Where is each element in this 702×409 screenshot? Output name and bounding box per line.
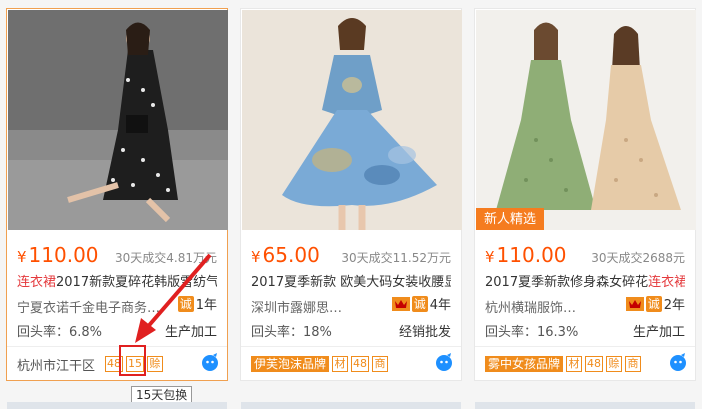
crown-icon [391,296,410,311]
price: ¥65.00 [251,243,320,267]
next-row-card-peek [7,402,227,409]
currency-symbol: ¥ [251,248,261,266]
next-row-card-peek [475,402,695,409]
wangwang-chat-icon[interactable] [669,353,687,371]
badge-credit-icon[interactable]: 赊 [606,356,623,372]
next-row-card-peek [241,402,461,409]
divider [241,346,461,347]
business-mode: 生产加工 [164,325,217,340]
divider [475,346,695,347]
badge-merchant-icon[interactable]: 商 [625,356,642,372]
product-image[interactable] [242,10,462,230]
wangwang-chat-icon[interactable] [201,353,219,371]
title-keyword: 连衣裙 [17,275,57,290]
cheng-badge[interactable]: 诚 [177,295,194,312]
price-value: 65.00 [262,243,320,267]
shop-years: 诚 2年 [625,294,685,313]
highlight-box [119,345,146,376]
product-title[interactable]: 2017夏季新款修身森女碎花连衣裙 [485,271,685,290]
shop-years: 诚 4年 [391,294,451,313]
location: 杭州市江干区 [17,358,96,374]
product-card-1[interactable]: ¥110.00 30天成交4.81万元 连衣裙2017新款夏碎花韩版雪纺气… 宁… [6,8,228,381]
product-image[interactable] [8,10,228,230]
shop-name[interactable]: 杭州横瑞服饰… [485,297,576,316]
business-mode: 经销批发 [398,325,451,340]
product-card-3[interactable]: 新人精选 ¥110.00 30天成交2688元 2017夏季新款修身森女碎花连衣… [474,8,696,381]
product-title[interactable]: 连衣裙2017新款夏碎花韩版雪纺气… [17,271,217,290]
product-card-2[interactable]: ¥65.00 30天成交11.52万元 2017夏季新款 欧美大码女装收腰显… … [240,8,462,381]
sales-volume: 30天成交4.81万元 [115,251,217,265]
sales-volume: 30天成交2688元 [591,251,685,265]
repurchase-rate: 回头率：6.8% [17,325,103,340]
price-value: 110.00 [496,243,567,267]
sales-volume: 30天成交11.52万元 [341,251,451,265]
card-footer: 雾中女孩品牌 材 48 赊 商 [485,353,644,375]
shop-name[interactable]: 宁夏衣诺千金电子商务… [17,297,160,316]
shop-name[interactable]: 深圳市露娜思… [251,297,342,316]
badge-48h-icon[interactable]: 48 [351,356,370,372]
years-label: 4年 [429,298,451,313]
price: ¥110.00 [485,243,567,267]
divider [7,346,227,347]
cheng-badge[interactable]: 诚 [645,295,662,312]
badge-material-icon[interactable]: 材 [566,356,583,372]
new-user-tag: 新人精选 [476,208,545,230]
shop-years: 诚 1年 [177,294,217,313]
price-value: 110.00 [28,243,99,267]
cheng-badge[interactable]: 诚 [411,295,428,312]
business-mode: 生产加工 [632,325,685,340]
card-footer: 伊芙泡沫品牌 材 48 商 [251,353,391,375]
badge-credit-icon[interactable]: 赊 [147,356,164,372]
brand-badge[interactable]: 伊芙泡沫品牌 [251,356,330,372]
currency-symbol: ¥ [17,248,27,266]
title-text: 2017夏季新款修身森女碎花 [485,275,649,290]
crown-icon [625,296,644,311]
badge-48h-icon[interactable]: 48 [585,356,604,372]
years-label: 2年 [663,298,685,313]
currency-symbol: ¥ [485,248,495,266]
title-keyword: 连衣裙 [648,275,685,290]
brand-badge[interactable]: 雾中女孩品牌 [485,356,564,372]
years-label: 1年 [195,298,217,313]
price: ¥110.00 [17,243,99,267]
badge-material-icon[interactable]: 材 [332,356,349,372]
repurchase-rate: 回头率：16.3% [485,325,579,340]
wangwang-chat-icon[interactable] [435,353,453,371]
badge-merchant-icon[interactable]: 商 [372,356,389,372]
repurchase-rate: 回头率：18% [251,325,332,340]
product-title[interactable]: 2017夏季新款 欧美大码女装收腰显… [251,271,451,290]
title-text: 2017新款夏碎花韩版雪纺气… [56,275,217,290]
product-image[interactable]: 新人精选 [476,10,696,230]
